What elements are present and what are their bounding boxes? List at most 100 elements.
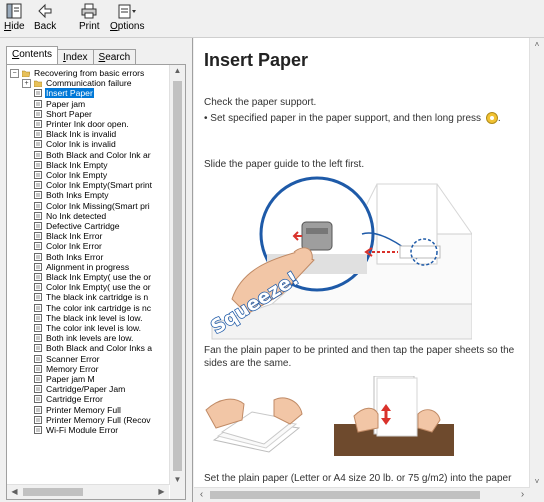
help-page-icon — [34, 415, 42, 424]
scrollbar-thumb[interactable] — [210, 491, 480, 499]
scroll-left-arrow-icon[interactable]: ◀ — [7, 487, 22, 496]
help-page-icon — [34, 293, 42, 302]
tree-item[interactable]: Both ink levels are low. — [34, 333, 134, 343]
tree-item[interactable]: Color Ink Empty — [34, 170, 108, 180]
help-page-icon — [34, 262, 42, 271]
help-page-icon — [34, 242, 42, 251]
tree-folder-node[interactable]: + Communication failure — [22, 78, 133, 88]
scrollbar-thumb[interactable] — [173, 81, 182, 471]
help-page-icon — [34, 334, 42, 343]
tree-item[interactable]: Defective Cartridge — [34, 221, 121, 231]
tree-item[interactable]: Paper jam M — [34, 374, 96, 384]
help-page-icon — [34, 201, 42, 210]
scroll-left-arrow-icon[interactable]: ‹ — [194, 489, 209, 500]
tab-contents[interactable]: Contents — [6, 46, 59, 64]
options-button[interactable]: Options — [110, 2, 144, 32]
help-page-icon — [34, 232, 42, 241]
tree-item[interactable]: Both Inks Empty — [34, 190, 110, 200]
paragraph-set-paper: • Set specified paper in the paper suppo… — [204, 112, 501, 124]
tree-item[interactable]: Color Ink Error — [34, 241, 103, 251]
topic-content-pane: Insert Paper Check the paper support. • … — [194, 38, 544, 502]
tree-item[interactable]: Black Ink Empty( use the or — [34, 272, 152, 282]
tree-item[interactable]: Color Ink is invalid — [34, 139, 117, 149]
help-page-icon — [34, 211, 42, 220]
tree-item[interactable]: The color ink cartridge is nc — [34, 303, 152, 313]
help-page-icon — [34, 171, 42, 179]
tree-item[interactable]: No Ink detected — [34, 211, 107, 221]
toolbar: Hide Back Print Options — [0, 0, 544, 38]
tree-item[interactable]: Both Inks Error — [34, 252, 104, 262]
tree-item[interactable]: Black Ink Error — [34, 231, 103, 241]
print-button[interactable]: Print — [79, 2, 100, 32]
help-page-icon — [34, 181, 42, 190]
start-button-icon — [485, 112, 498, 124]
help-page-icon — [34, 150, 42, 159]
tree-item[interactable]: Paper jam — [34, 99, 86, 109]
print-label: Print — [79, 21, 100, 32]
tree-item[interactable]: Printer Memory Full (Recov — [34, 415, 152, 425]
tree-item[interactable]: Printer Memory Full — [34, 405, 122, 415]
help-page-icon — [34, 252, 42, 261]
tree-root-node[interactable]: − Recovering from basic errors — [10, 68, 145, 78]
help-page-icon — [34, 385, 42, 394]
tree-item[interactable]: Both Black and Color Inks a — [34, 343, 153, 353]
tree-item[interactable]: Color Ink Empty( use the or — [34, 282, 152, 292]
help-page-icon — [34, 344, 42, 353]
tree-item[interactable]: Wi-Fi Module Error — [34, 425, 119, 435]
help-page-icon — [34, 160, 42, 169]
tree-item[interactable]: Memory Error — [34, 364, 100, 374]
help-page-icon — [34, 99, 42, 108]
scrollbar-thumb[interactable] — [23, 488, 83, 496]
navigation-pane: Contents Index Search − Recovering from … — [0, 38, 193, 502]
tree-item[interactable]: Black Ink Empty — [34, 160, 109, 170]
tree-item[interactable]: Printer Ink door open. — [34, 119, 130, 129]
tap-paper-illustration — [334, 376, 454, 456]
scroll-up-arrow-icon[interactable]: ▲ — [170, 66, 185, 75]
tree-horizontal-scrollbar[interactable]: ◀ ▶ — [7, 484, 169, 499]
help-page-icon — [34, 303, 42, 312]
tree-item[interactable]: Color Ink Missing(Smart pri — [34, 201, 151, 211]
scroll-down-arrow-icon[interactable]: ▼ — [170, 475, 185, 484]
folder-icon — [34, 81, 42, 88]
expand-icon[interactable]: + — [22, 78, 31, 88]
scroll-right-arrow-icon[interactable]: ▶ — [154, 487, 169, 496]
help-page-icon — [34, 89, 42, 98]
tree-item[interactable]: The color ink level is low. — [34, 323, 142, 333]
tree-item[interactable]: The black ink level is low. — [34, 313, 143, 323]
tab-index[interactable]: Index — [57, 49, 94, 65]
scroll-right-arrow-icon[interactable]: › — [515, 489, 530, 500]
collapse-icon[interactable]: − — [10, 68, 19, 78]
tab-search[interactable]: Search — [92, 49, 137, 65]
options-label: Options — [110, 21, 145, 32]
tree-item[interactable]: Cartridge/Paper Jam — [34, 384, 126, 394]
scroll-up-arrow-icon[interactable]: ˄ — [530, 40, 544, 49]
back-button[interactable]: Back — [34, 2, 56, 32]
help-page-icon — [34, 109, 42, 118]
paragraph-set-plain-paper: Set the plain paper (Letter or A4 size 2… — [204, 473, 512, 484]
tree-item[interactable]: Scanner Error — [34, 354, 101, 364]
help-page-icon — [34, 191, 42, 200]
content-vertical-scrollbar[interactable]: ˄ ˅ — [529, 38, 544, 488]
tree-item[interactable]: Alignment in progress — [34, 262, 130, 272]
tree-item[interactable]: Short Paper — [34, 109, 93, 119]
paragraph-fan-paper: Fan the plain paper to be printed and th… — [204, 345, 515, 369]
help-page-icon — [34, 364, 42, 373]
contents-tree: − Recovering from basic errors + Communi… — [7, 65, 169, 485]
hide-icon — [6, 3, 22, 19]
hide-button[interactable]: Hide — [4, 2, 25, 32]
tree-item[interactable]: Both Black and Color Ink ar — [34, 150, 152, 160]
back-arrow-icon — [38, 3, 52, 19]
tree-item[interactable]: Color Ink Empty(Smart print — [34, 180, 153, 190]
printer-icon — [81, 3, 97, 19]
tree-item-selected[interactable]: Insert Paper — [34, 88, 94, 99]
scroll-down-arrow-icon[interactable]: ˅ — [530, 477, 544, 486]
tree-vertical-scrollbar[interactable]: ▲ ▼ — [169, 65, 185, 485]
tree-item[interactable]: Cartridge Error — [34, 394, 104, 404]
help-page-icon — [34, 324, 42, 332]
tree-item[interactable]: Black Ink is invalid — [34, 129, 117, 139]
paper-guide-illustration: Squeeze! — [206, 176, 472, 340]
help-page-icon — [34, 405, 42, 414]
content-horizontal-scrollbar[interactable]: ‹ › — [194, 487, 530, 502]
tree-item[interactable]: The black ink cartridge is n — [34, 292, 149, 302]
help-page-icon — [34, 140, 42, 149]
